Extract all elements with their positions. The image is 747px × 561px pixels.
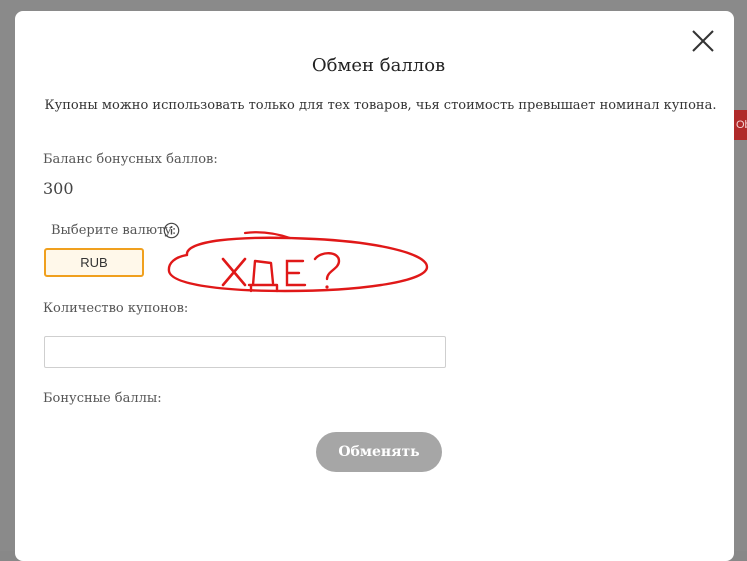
handwritten-annotation	[167, 231, 429, 293]
exchange-button[interactable]: Обменять	[316, 432, 442, 472]
side-tab-label: Ob	[736, 119, 747, 131]
side-tab[interactable]: Ob	[733, 110, 747, 140]
currency-option-rub[interactable]: RUB	[44, 248, 144, 277]
bonus-points-label: Бонусные баллы:	[43, 391, 162, 406]
balance-value: 300	[43, 179, 74, 198]
currency-label: Выберите валюту:	[51, 223, 177, 238]
exchange-points-dialog: Обмен баллов Купоны можно использовать т…	[15, 11, 734, 561]
close-icon[interactable]	[691, 29, 715, 53]
balance-label: Баланс бонусных баллов:	[43, 152, 218, 167]
coupons-count-label: Количество купонов:	[43, 301, 189, 316]
dialog-title: Обмен баллов	[311, 55, 446, 76]
coupon-notice: Купоны можно использовать только для тех…	[44, 98, 717, 113]
coupons-count-input[interactable]	[44, 336, 446, 368]
